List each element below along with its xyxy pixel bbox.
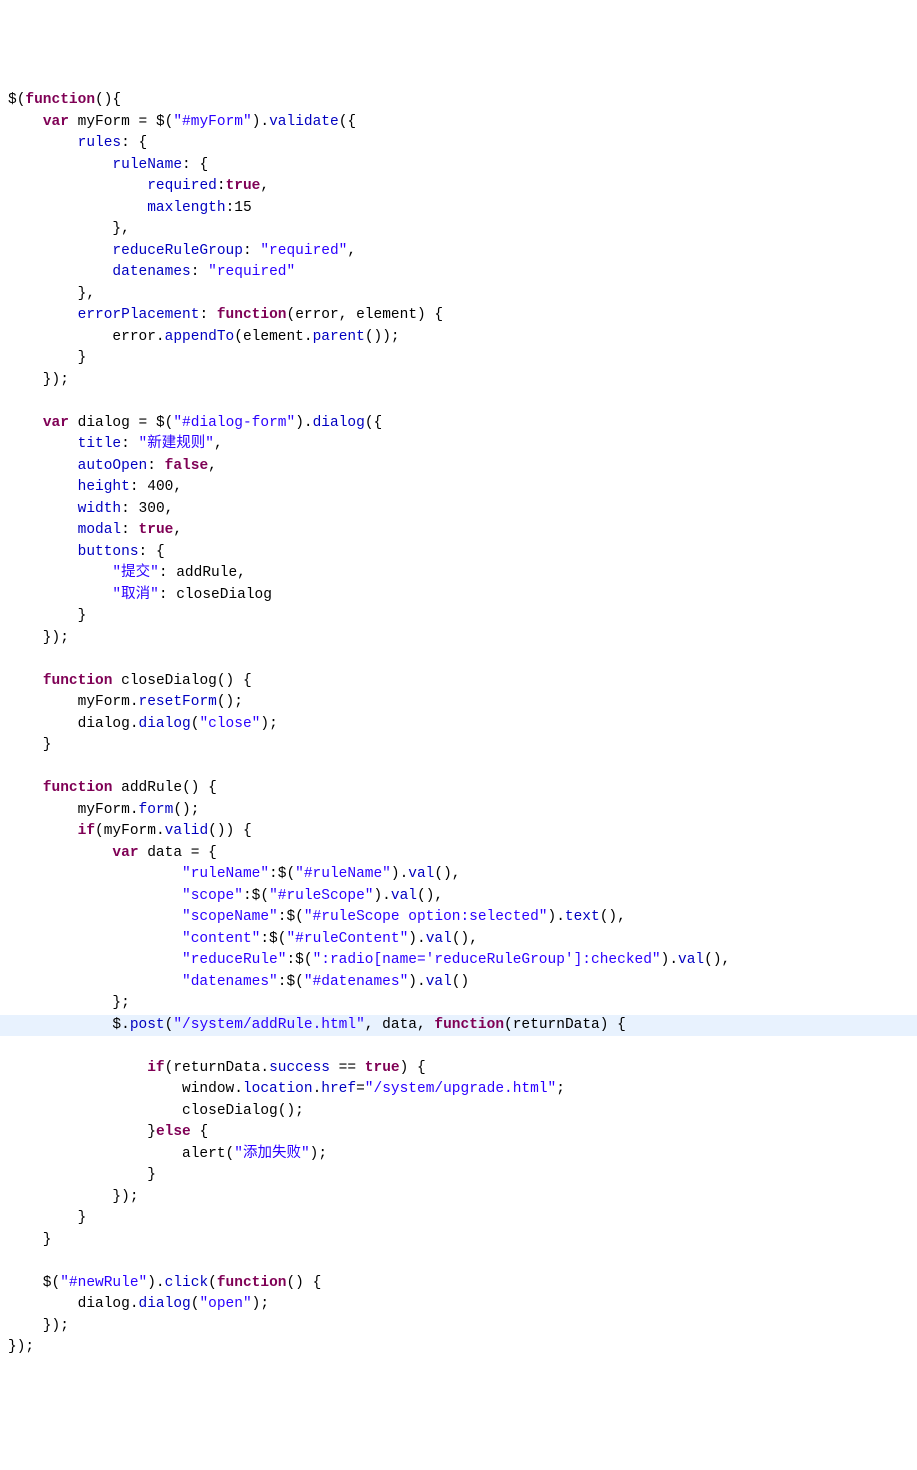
- code-line: }: [8, 1167, 156, 1183]
- code-line: error.appendTo(element.parent());: [8, 329, 400, 345]
- code-line: closeDialog();: [8, 1103, 304, 1119]
- code-line: });: [8, 1339, 34, 1355]
- code-line: ruleName: {: [8, 157, 208, 173]
- code-line: myForm.resetForm();: [8, 694, 243, 710]
- code-line: if(returnData.success == true) {: [8, 1060, 426, 1076]
- code-line: }: [8, 1232, 52, 1248]
- code-line: dialog.dialog("open");: [8, 1296, 269, 1312]
- code-line: "提交": addRule,: [8, 565, 246, 581]
- code-line: modal: true,: [8, 522, 182, 538]
- code-line: "datenames":$("#datenames").val(): [8, 974, 469, 990]
- code-line: "scopeName":$("#ruleScope option:selecte…: [8, 909, 626, 925]
- code-line: "取消": closeDialog: [8, 587, 272, 603]
- code-line: });: [8, 630, 69, 646]
- code-line: [8, 759, 17, 775]
- code-line: var dialog = $("#dialog-form").dialog({: [8, 415, 382, 431]
- code-line: reduceRuleGroup: "required",: [8, 243, 356, 259]
- code-line: [8, 1253, 17, 1269]
- code-line: },: [8, 286, 95, 302]
- code-line: datenames: "required": [8, 264, 295, 280]
- code-line: });: [8, 372, 69, 388]
- code-line: title: "新建规则",: [8, 436, 223, 452]
- code-line: myForm.form();: [8, 802, 199, 818]
- code-line: });: [8, 1318, 69, 1334]
- code-line: }: [8, 350, 86, 366]
- code-line: [8, 651, 17, 667]
- code-line: "reduceRule":$(":radio[name='reduceRuleG…: [8, 952, 730, 968]
- code-line: required:true,: [8, 178, 269, 194]
- highlighted-line: $.post("/system/addRule.html", data, fun…: [0, 1015, 917, 1037]
- code-line: "ruleName":$("#ruleName").val(),: [8, 866, 461, 882]
- code-line: }: [8, 1210, 86, 1226]
- code-line: errorPlacement: function(error, element)…: [8, 307, 443, 323]
- code-line: var myForm = $("#myForm").validate({: [8, 114, 356, 130]
- code-line: }: [8, 608, 86, 624]
- code-line: "scope":$("#ruleScope").val(),: [8, 888, 443, 904]
- code-line: alert("添加失败");: [8, 1146, 327, 1162]
- code-line: autoOpen: false,: [8, 458, 217, 474]
- code-line: buttons: {: [8, 544, 165, 560]
- code-line: function closeDialog() {: [8, 673, 252, 689]
- code-line: $(function(){: [8, 92, 121, 108]
- code-line: [8, 393, 17, 409]
- code-line: rules: {: [8, 135, 147, 151]
- code-line: }else {: [8, 1124, 208, 1140]
- code-block: $(function(){ var myForm = $("#myForm").…: [8, 90, 909, 1359]
- code-line: window.location.href="/system/upgrade.ht…: [8, 1081, 565, 1097]
- code-line: maxlength:15: [8, 200, 252, 216]
- code-line: }: [8, 737, 52, 753]
- code-line: function addRule() {: [8, 780, 217, 796]
- code-line: };: [8, 995, 130, 1011]
- code-line: width: 300,: [8, 501, 173, 517]
- code-line: height: 400,: [8, 479, 182, 495]
- code-line: "content":$("#ruleContent").val(),: [8, 931, 478, 947]
- code-line: },: [8, 221, 130, 237]
- code-line: var data = {: [8, 845, 217, 861]
- code-line: dialog.dialog("close");: [8, 716, 278, 732]
- code-line: });: [8, 1189, 139, 1205]
- code-line: if(myForm.valid()) {: [8, 823, 252, 839]
